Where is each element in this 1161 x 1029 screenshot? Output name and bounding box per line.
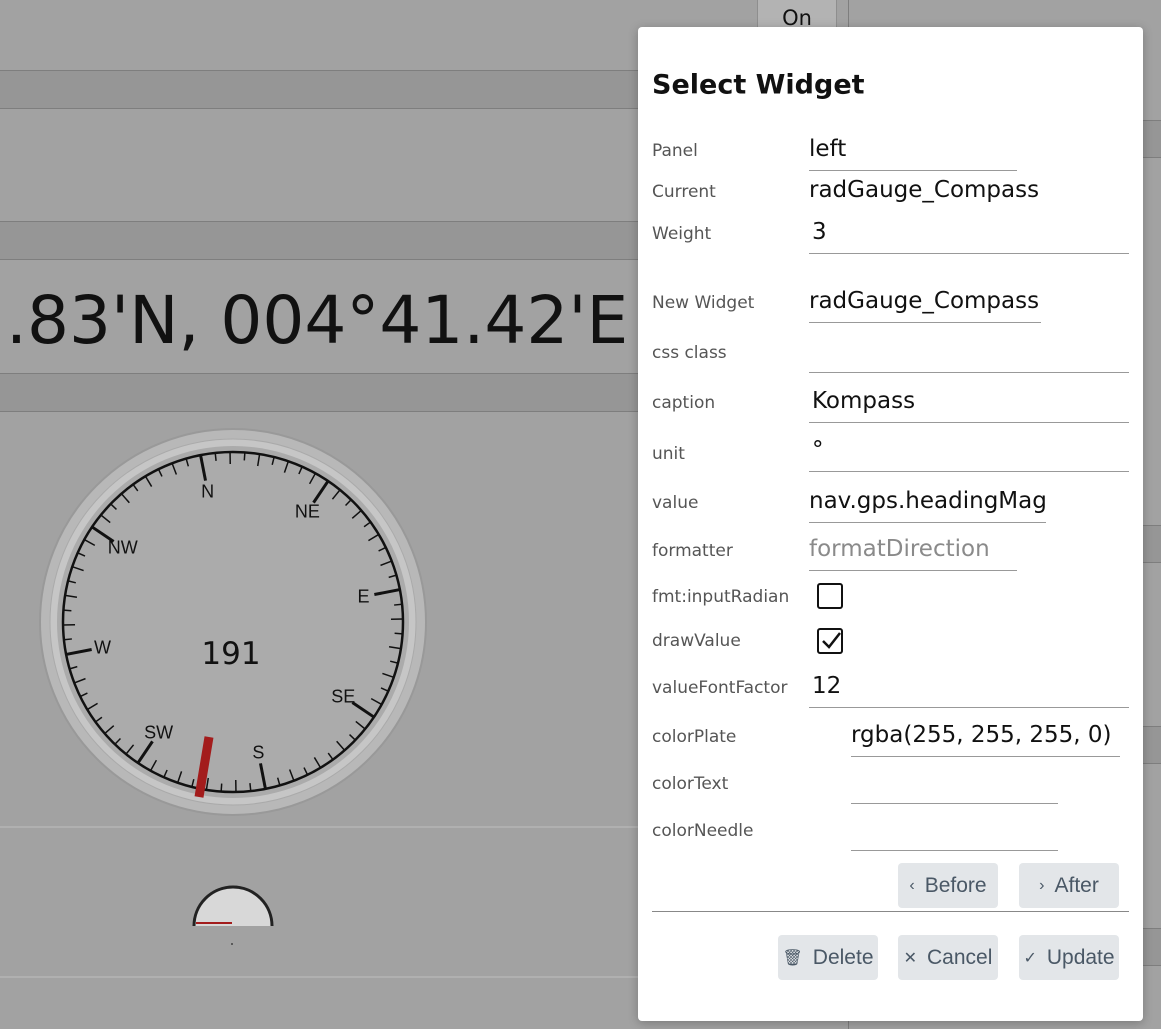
check-icon — [822, 632, 841, 649]
compass-label: S — [252, 743, 264, 763]
value-label: value — [652, 493, 699, 513]
dashboard-strip — [1143, 726, 1161, 764]
compass-label: SW — [144, 722, 173, 742]
value-font-factor-input[interactable]: 12 — [809, 670, 1129, 708]
update-label: Update — [1046, 945, 1115, 969]
trash-icon: 🗑 — [782, 949, 803, 967]
new-widget-select[interactable]: radGauge_Compass — [809, 285, 1041, 323]
select-widget-dialog: Select Widget Panel left Current radGaug… — [638, 27, 1143, 1021]
caption-label: caption — [652, 393, 716, 413]
dialog-title: Select Widget — [652, 69, 865, 101]
compass-label: E — [358, 587, 370, 607]
caption-input[interactable]: Kompass — [809, 385, 1129, 423]
chevron-right-icon: › — [1039, 876, 1045, 894]
dashboard-strip — [0, 373, 640, 412]
weight-label: Weight — [652, 224, 712, 244]
compass-label: NW — [108, 538, 138, 558]
after-button[interactable]: › After — [1019, 863, 1119, 908]
dashboard-strip — [0, 70, 640, 109]
before-button[interactable]: ‹ Before — [898, 863, 998, 908]
update-button[interactable]: ✓ Update — [1019, 935, 1119, 980]
dashboard-strip — [1143, 120, 1161, 158]
dashboard-strip — [0, 976, 640, 978]
after-label: After — [1054, 873, 1099, 897]
compass-label: NE — [295, 502, 320, 522]
value-font-factor-label: valueFontFactor — [652, 678, 788, 698]
formatter-label: formatter — [652, 541, 733, 561]
fmt-input-radian-checkbox[interactable] — [817, 583, 843, 609]
unit-label: unit — [652, 444, 685, 464]
position-widget[interactable]: .83'N, 004°41.42'E — [0, 282, 640, 362]
new-widget-label: New Widget — [652, 293, 755, 313]
before-label: Before — [924, 873, 987, 897]
compass-value: 191 — [201, 636, 260, 672]
color-needle-label: colorNeedle — [652, 821, 754, 841]
weight-input[interactable]: 3 — [809, 216, 1129, 254]
color-plate-input[interactable]: rgba(255, 255, 255, 0) — [851, 719, 1120, 757]
css-class-input[interactable] — [809, 335, 1129, 373]
cancel-button[interactable]: ✕ Cancel — [898, 935, 998, 980]
current-label: Current — [652, 182, 716, 202]
dashboard-strip — [0, 826, 640, 828]
formatter-input[interactable]: formatDirection — [809, 533, 1017, 571]
dashboard-strip — [1143, 525, 1161, 563]
compass-label: SE — [331, 686, 355, 706]
check-icon: ✓ — [1023, 949, 1037, 967]
compass-widget[interactable]: S SW W NW N NE E SE 191 — [37, 426, 429, 818]
dialog-divider — [652, 911, 1129, 912]
draw-value-checkbox[interactable] — [817, 628, 843, 654]
delete-button[interactable]: 🗑 Delete — [778, 935, 878, 980]
close-icon: ✕ — [903, 949, 918, 967]
compass-label: N — [201, 481, 214, 501]
panel-label: Panel — [652, 141, 698, 161]
position-value: .83'N, 004°41.42'E — [6, 282, 629, 359]
value-select[interactable]: nav.gps.headingMag — [809, 485, 1047, 523]
compass-label: W — [94, 637, 111, 657]
current-value: radGauge_Compass — [809, 177, 1040, 203]
chevron-left-icon: ‹ — [909, 876, 915, 894]
mini-gauge-widget[interactable] — [188, 878, 278, 948]
unit-input[interactable]: ° — [809, 434, 1129, 472]
color-text-label: colorText — [652, 774, 729, 794]
delete-label: Delete — [812, 945, 874, 969]
color-plate-label: colorPlate — [652, 727, 737, 747]
cancel-label: Cancel — [927, 945, 993, 969]
dashboard-strip — [0, 221, 640, 260]
panel-select[interactable]: left — [809, 133, 1017, 171]
draw-value-label: drawValue — [652, 631, 741, 651]
css-class-label: css class — [652, 343, 727, 363]
color-text-input[interactable] — [851, 766, 1058, 804]
color-needle-input[interactable] — [851, 813, 1058, 851]
dashboard-strip — [1143, 928, 1161, 966]
fmt-input-radian-label: fmt:inputRadian — [652, 587, 790, 607]
